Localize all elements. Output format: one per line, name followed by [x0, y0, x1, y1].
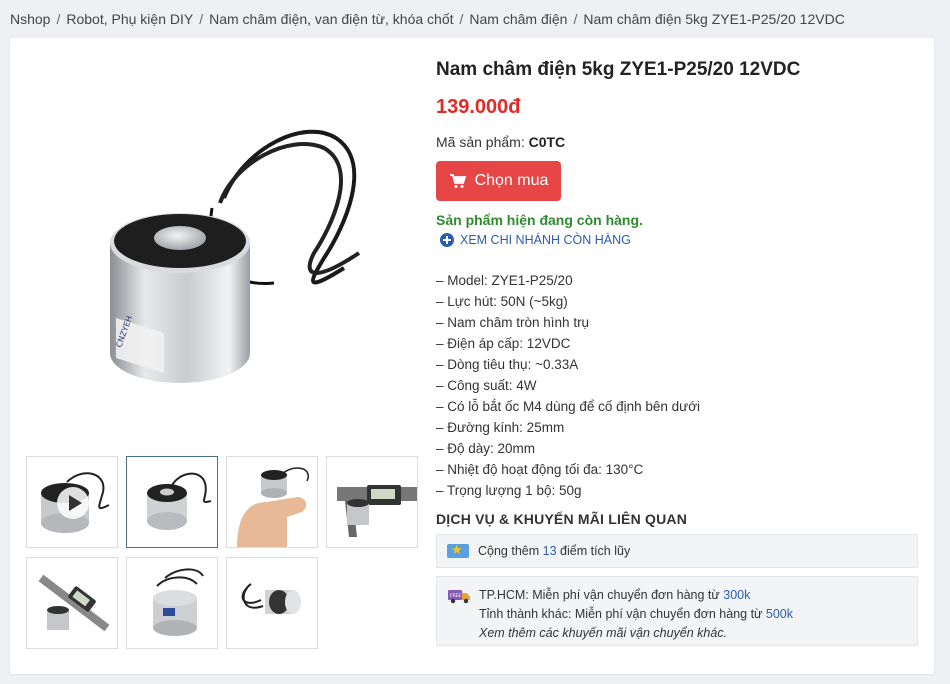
- breadcrumb-separator: /: [56, 11, 61, 27]
- spec-list: – Model: ZYE1-P25/20 – Lực hút: 50N (~5k…: [436, 270, 700, 501]
- spec-item: – Lực hút: 50N (~5kg): [436, 294, 568, 309]
- main-product-image[interactable]: CNZYEH: [74, 108, 394, 418]
- buy-button[interactable]: Chọn mua: [436, 161, 561, 201]
- spec-item: – Nhiệt độ hoạt động tối đa: 130°C: [436, 462, 644, 477]
- breadcrumb-separator: /: [573, 11, 578, 27]
- plus-circle-icon: [440, 233, 454, 247]
- services-title: DỊCH VỤ & KHUYẾN MÃI LIÊN QUAN: [436, 511, 688, 527]
- view-branches-link[interactable]: XEM CHI NHÁNH CÒN HÀNG: [440, 233, 631, 247]
- thumbnail-video[interactable]: [26, 456, 118, 548]
- shipping-hcm: TP.HCM: Miễn phí vận chuyển đơn hàng từ …: [479, 586, 793, 605]
- spec-item: – Điện áp cấp: 12VDC: [436, 336, 571, 351]
- play-icon: [57, 487, 89, 519]
- shipping-promo-lines: TP.HCM: Miễn phí vận chuyển đơn hàng từ …: [479, 586, 793, 645]
- points-suffix: điểm tích lũy: [560, 544, 631, 558]
- product-title: Nam châm điện 5kg ZYE1-P25/20 12VDC: [436, 59, 801, 80]
- product-card: CNZYEH Nam châm điện 5kg ZYE1-P25/20 12V…: [10, 38, 934, 674]
- shipping-hcm-threshold: 300k: [723, 588, 751, 602]
- breadcrumb: Nshop / Robot, Phụ kiện DIY / Nam châm đ…: [10, 11, 845, 27]
- cart-icon: [449, 174, 466, 188]
- loyalty-points-text: Cộng thêm 13 điểm tích lũy: [478, 544, 630, 558]
- spec-item: – Có lỗ bắt ốc M4 dùng để cố định bên dư…: [436, 399, 701, 414]
- shipping-promo-box: FREE TP.HCM: Miễn phí vận chuyển đơn hàn…: [436, 576, 918, 646]
- product-price: 139.000đ: [436, 96, 521, 118]
- points-prefix: Cộng thêm: [478, 544, 540, 558]
- shipping-hcm-text: TP.HCM: Miễn phí vận chuyển đơn hàng từ: [479, 588, 720, 602]
- thumbnail-image-5[interactable]: [26, 557, 118, 649]
- breadcrumb-home[interactable]: Nshop: [10, 11, 50, 27]
- spec-item: – Đường kính: 25mm: [436, 420, 565, 435]
- thumbnail-image-6[interactable]: [126, 557, 218, 649]
- breadcrumb-category-electromagnet[interactable]: Nam châm điện: [469, 11, 567, 27]
- loyalty-points-box: Cộng thêm 13 điểm tích lũy: [436, 534, 918, 568]
- thumbnail-image-4[interactable]: [326, 456, 418, 548]
- breadcrumb-separator: /: [459, 11, 464, 27]
- thumbnail-image-2[interactable]: [126, 456, 218, 548]
- breadcrumb-category-robot[interactable]: Robot, Phụ kiện DIY: [66, 11, 193, 27]
- stock-status: Sản phẩm hiện đang còn hàng.: [436, 212, 643, 228]
- delivery-truck-icon: FREE: [448, 590, 470, 604]
- sku-value: C0TC: [528, 134, 566, 150]
- thumbnail-image-3[interactable]: [226, 456, 318, 548]
- shipping-other: Tỉnh thành khác: Miễn phí vận chuyển đơn…: [479, 605, 793, 624]
- spec-item: – Công suất: 4W: [436, 378, 537, 393]
- breadcrumb-separator: /: [199, 11, 204, 27]
- spec-item: – Nam châm tròn hình trụ: [436, 315, 590, 330]
- thumbnail-image-7[interactable]: [226, 557, 318, 649]
- product-sku: Mã sản phẩm: C0TC: [436, 134, 565, 150]
- breadcrumb-category-electromagnet-valve[interactable]: Nam châm điện, van điện từ, khóa chốt: [209, 11, 453, 27]
- view-branches-label: XEM CHI NHÁNH CÒN HÀNG: [460, 233, 631, 247]
- spec-item: – Model: ZYE1-P25/20: [436, 273, 573, 288]
- buy-button-label: Chọn mua: [474, 172, 549, 189]
- thumbnail-gallery: [26, 456, 418, 649]
- points-value: 13: [542, 544, 557, 558]
- shipping-other-text: Tỉnh thành khác: Miễn phí vận chuyển đơn…: [479, 607, 763, 621]
- svg-text:FREE: FREE: [450, 593, 462, 599]
- shipping-more-link[interactable]: Xem thêm các khuyến mãi vận chuyển khác.: [479, 624, 793, 643]
- spec-item: – Độ dày: 20mm: [436, 441, 536, 456]
- spec-item: – Dòng tiêu thụ: ~0.33A: [436, 357, 579, 372]
- breadcrumb-current: Nam châm điện 5kg ZYE1-P25/20 12VDC: [583, 11, 845, 27]
- spec-item: – Trọng lượng 1 bộ: 50g: [436, 483, 582, 498]
- sku-label: Mã sản phẩm:: [436, 134, 525, 150]
- star-badge-icon: [447, 542, 469, 558]
- shipping-other-threshold: 500k: [765, 607, 794, 621]
